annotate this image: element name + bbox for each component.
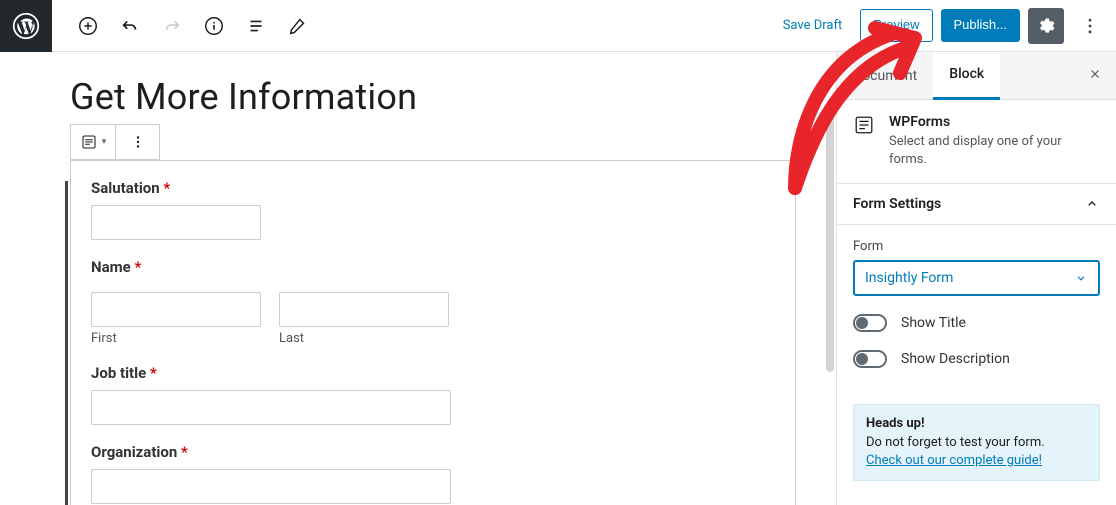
redo-button[interactable]	[154, 8, 190, 44]
settings-sidebar: Document Block WPForms Select and displa…	[836, 52, 1116, 505]
sublabel-first: First	[91, 331, 261, 346]
redo-icon	[161, 15, 183, 37]
show-title-toggle[interactable]	[853, 314, 887, 332]
organization-input[interactable]	[91, 469, 451, 504]
sidebar-tabs: Document Block	[837, 52, 1116, 100]
form-settings-panel: Form Insightly Form Show Title Show Desc…	[837, 225, 1116, 386]
form-block-icon	[80, 133, 98, 151]
list-icon	[245, 15, 267, 37]
section-form-settings[interactable]: Form Settings	[837, 184, 1116, 225]
block-toolbar: ▾	[70, 124, 160, 160]
last-name-input[interactable]	[279, 292, 449, 327]
chevron-down-icon: ▾	[102, 137, 107, 147]
block-navigation-button[interactable]	[238, 8, 274, 44]
plus-circle-icon	[77, 15, 99, 37]
tab-block[interactable]: Block	[933, 52, 1000, 100]
chevron-down-icon	[1074, 271, 1088, 285]
block-more-button[interactable]	[115, 125, 159, 159]
wordpress-logo[interactable]	[0, 0, 52, 52]
heads-up-notice: Heads up! Do not forget to test your for…	[853, 404, 1100, 481]
editor-canvas: Get More Information ▾ Salutation * Name…	[0, 52, 836, 505]
show-title-label: Show Title	[901, 315, 966, 331]
gear-icon	[1036, 16, 1056, 36]
add-block-button[interactable]	[70, 8, 106, 44]
chevron-up-icon	[1084, 196, 1100, 212]
field-salutation: Salutation *	[91, 179, 775, 240]
section-title: Form Settings	[853, 196, 941, 212]
form-select[interactable]: Insightly Form	[853, 260, 1100, 296]
job-title-input[interactable]	[91, 390, 451, 425]
undo-button[interactable]	[112, 8, 148, 44]
form-select-label: Form	[853, 239, 1100, 254]
more-options-button[interactable]	[1072, 8, 1108, 44]
field-organization: Organization *	[91, 443, 775, 504]
field-label: Job title *	[91, 364, 775, 382]
block-card-desc: Select and display one of your forms.	[889, 133, 1100, 169]
content-structure-button[interactable]	[196, 8, 232, 44]
notice-text: Do not forget to test your form.	[866, 435, 1045, 450]
show-description-toggle[interactable]	[853, 350, 887, 368]
kebab-icon	[1080, 16, 1100, 36]
save-draft-button[interactable]: Save Draft	[773, 10, 853, 41]
sidebar-close-button[interactable]	[1074, 66, 1116, 85]
tab-document[interactable]: Document	[837, 52, 933, 100]
field-label: Organization *	[91, 443, 775, 461]
field-name: Name * First Last	[91, 258, 775, 346]
pencil-icon	[287, 15, 309, 37]
first-name-input[interactable]	[91, 292, 261, 327]
preview-button[interactable]: Preview	[860, 9, 932, 42]
show-description-label: Show Description	[901, 351, 1010, 367]
form-select-value: Insightly Form	[865, 270, 953, 286]
info-icon	[203, 15, 225, 37]
scrollbar[interactable]	[826, 112, 834, 372]
field-label: Salutation *	[91, 179, 775, 197]
block-type-button[interactable]: ▾	[71, 125, 115, 159]
publish-button[interactable]: Publish...	[941, 9, 1020, 42]
close-icon	[1088, 67, 1102, 81]
notice-link[interactable]: Check out our complete guide!	[866, 453, 1042, 468]
salutation-input[interactable]	[91, 205, 261, 240]
undo-icon	[119, 15, 141, 37]
page-title[interactable]: Get More Information	[70, 76, 796, 118]
wordpress-icon	[12, 12, 40, 40]
edit-button[interactable]	[280, 8, 316, 44]
settings-button[interactable]	[1028, 8, 1064, 44]
notice-heading: Heads up!	[866, 416, 925, 431]
editor-toolbar: Save Draft Preview Publish...	[0, 0, 1116, 52]
wpforms-block[interactable]: Salutation * Name * First Last Job	[70, 160, 796, 505]
wpforms-icon	[853, 114, 875, 136]
sublabel-last: Last	[279, 331, 449, 346]
field-job-title: Job title *	[91, 364, 775, 425]
block-card: WPForms Select and display one of your f…	[837, 100, 1116, 184]
field-label: Name *	[91, 258, 775, 276]
kebab-icon	[129, 133, 147, 151]
block-card-title: WPForms	[889, 114, 1100, 130]
